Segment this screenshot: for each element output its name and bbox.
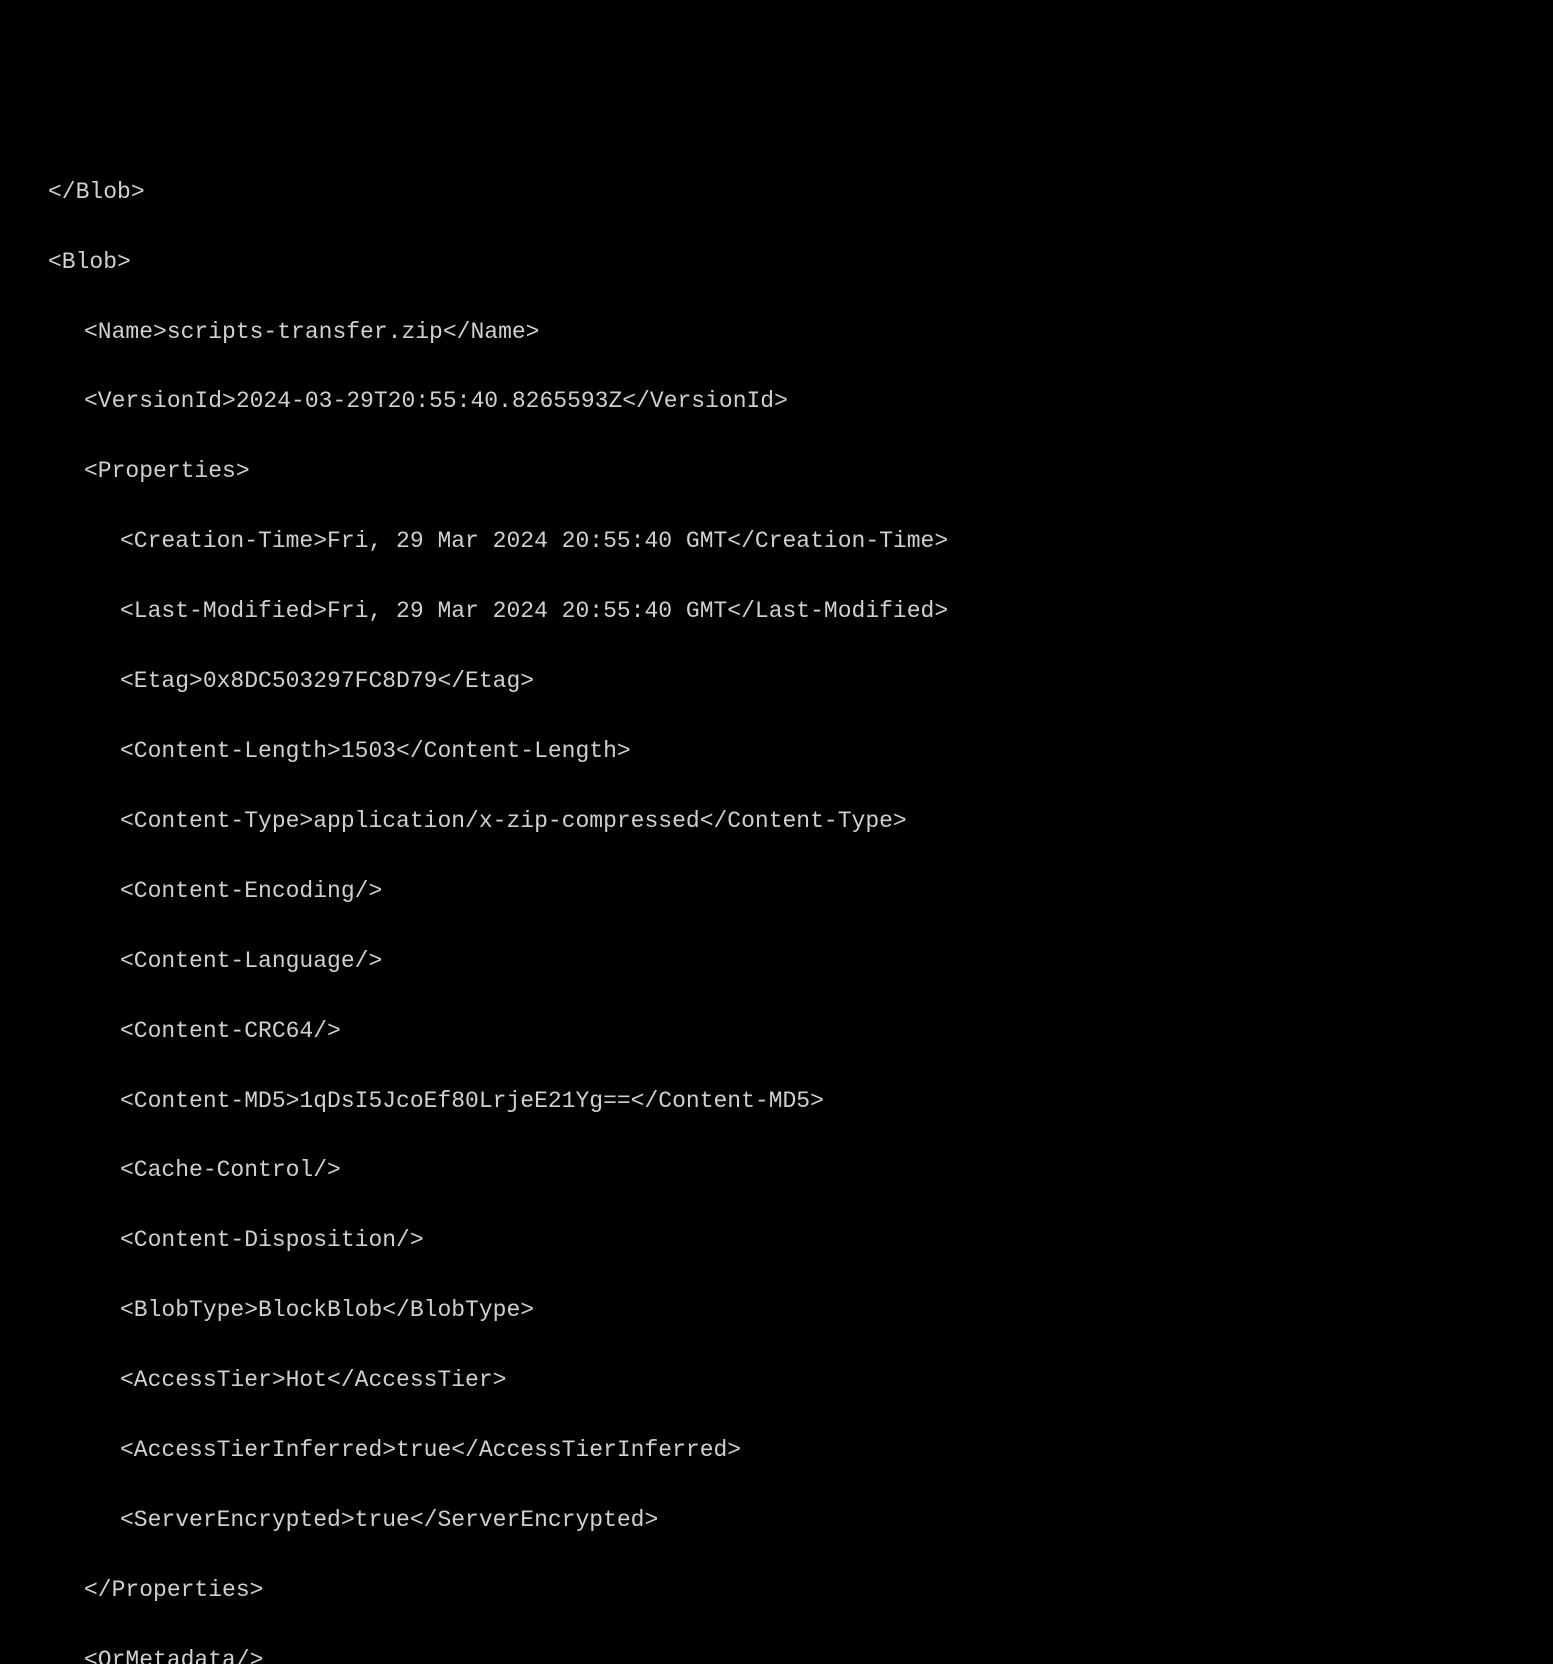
xml-etag-element: <Etag>0x8DC503297FC8D79</Etag>: [0, 664, 1553, 699]
xml-server-encrypted-element: <ServerEncrypted>true</ServerEncrypted>: [0, 1503, 1553, 1538]
xml-blobtype-element: <BlobType>BlockBlob</BlobType>: [0, 1293, 1553, 1328]
xml-cache-control-element: <Cache-Control/>: [0, 1153, 1553, 1188]
xml-accesstier-element: <AccessTier>Hot</AccessTier>: [0, 1363, 1553, 1398]
xml-content-md5-element: <Content-MD5>1qDsI5JcoEf80LrjeE21Yg==</C…: [0, 1084, 1553, 1119]
xml-ormetadata-element: <OrMetadata/>: [0, 1643, 1553, 1664]
xml-content-type-element: <Content-Type>application/x-zip-compress…: [0, 804, 1553, 839]
xml-creation-time-element: <Creation-Time>Fri, 29 Mar 2024 20:55:40…: [0, 524, 1553, 559]
xml-content-crc64-element: <Content-CRC64/>: [0, 1014, 1553, 1049]
xml-content-disposition-element: <Content-Disposition/>: [0, 1223, 1553, 1258]
xml-open-properties-tag: <Properties>: [0, 454, 1553, 489]
xml-versionid-element: <VersionId>2024-03-29T20:55:40.8265593Z<…: [0, 384, 1553, 419]
xml-close-blob-tag: </Blob>: [0, 175, 1553, 210]
xml-accesstier-inferred-element: <AccessTierInferred>true</AccessTierInfe…: [0, 1433, 1553, 1468]
xml-open-blob-tag: <Blob>: [0, 245, 1553, 280]
xml-name-element: <Name>scripts-transfer.zip</Name>: [0, 315, 1553, 350]
xml-last-modified-element: <Last-Modified>Fri, 29 Mar 2024 20:55:40…: [0, 594, 1553, 629]
xml-close-properties-tag: </Properties>: [0, 1573, 1553, 1608]
xml-output: </Blob> <Blob> <Name>scripts-transfer.zi…: [0, 140, 1553, 1664]
xml-content-length-element: <Content-Length>1503</Content-Length>: [0, 734, 1553, 769]
xml-content-encoding-element: <Content-Encoding/>: [0, 874, 1553, 909]
xml-content-language-element: <Content-Language/>: [0, 944, 1553, 979]
